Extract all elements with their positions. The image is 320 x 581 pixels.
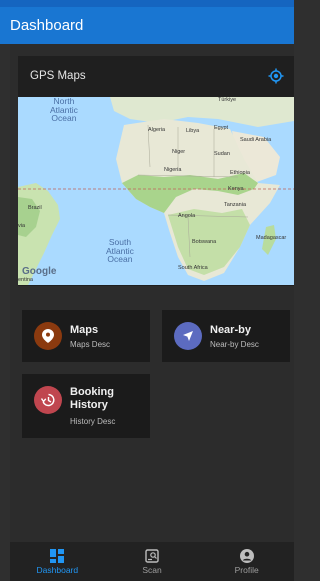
scan-icon xyxy=(145,548,159,563)
dashboard-icon xyxy=(50,548,65,563)
country-label: Madagascar xyxy=(256,235,287,241)
country-label: Nigeria xyxy=(164,167,182,173)
map-card-title: GPS Maps xyxy=(30,70,86,82)
country-label: Tanzania xyxy=(224,202,247,208)
country-label: via xyxy=(18,223,26,229)
history-icon xyxy=(41,393,55,407)
maps-icon-circle xyxy=(34,322,62,350)
nav-item-dashboard[interactable]: Dashboard xyxy=(10,542,105,581)
nav-label-profile: Profile xyxy=(234,564,259,575)
location-pin-icon xyxy=(42,329,54,343)
nav-label-dashboard: Dashboard xyxy=(36,564,79,575)
maps-tile[interactable]: Maps Maps Desc xyxy=(22,310,150,362)
country-label: Kenya xyxy=(228,186,244,192)
country-label: South Africa xyxy=(178,265,208,271)
country-label: Ethiopia xyxy=(230,170,250,176)
maps-desc: Maps Desc xyxy=(70,340,111,349)
history-icon-circle xyxy=(34,386,62,414)
nearby-desc: Near-by Desc xyxy=(210,340,259,349)
status-bar xyxy=(0,0,294,7)
app-bar: Dashboard xyxy=(0,7,294,44)
dashboard-content: GPS Maps North Atlantic Ocean South Atla… xyxy=(10,44,294,542)
ocean-label-line: Ocean xyxy=(51,113,77,123)
booking-history-desc: History Desc xyxy=(70,417,116,426)
nearby-title: Near-by xyxy=(210,324,251,336)
bottom-navigation: Dashboard Scan Profile xyxy=(10,542,294,581)
north-atlantic-label: North Atlantic Ocean xyxy=(50,97,78,123)
country-label: Angola xyxy=(178,213,196,219)
nearby-tile[interactable]: Near-by Near-by Desc xyxy=(162,310,290,362)
booking-history-title: Booking History xyxy=(70,386,114,412)
map-view[interactable]: North Atlantic Ocean South Atlantic Ocea… xyxy=(18,97,294,285)
booking-history-title-line1: Booking xyxy=(70,386,114,398)
gps-map-card: GPS Maps North Atlantic Ocean South Atla… xyxy=(18,56,294,286)
booking-history-title-line2: History xyxy=(70,399,108,411)
country-label: Egypt xyxy=(214,125,229,131)
nearby-icon-circle xyxy=(174,322,202,350)
country-label: Brazil xyxy=(28,205,42,211)
profile-icon xyxy=(239,548,254,563)
country-label: Saudi Arabia xyxy=(240,137,272,143)
nav-label-scan: Scan xyxy=(142,564,162,575)
maps-title: Maps xyxy=(70,324,99,336)
map-card-header: GPS Maps xyxy=(18,56,294,96)
country-label: Sudan xyxy=(214,151,230,157)
booking-history-tile[interactable]: Booking History History Desc xyxy=(22,374,150,438)
nav-item-scan[interactable]: Scan xyxy=(105,542,200,581)
country-label: Algeria xyxy=(148,127,166,133)
country-label: Niger xyxy=(172,149,186,155)
google-logo: Google xyxy=(22,266,57,277)
south-atlantic-label: South Atlantic Ocean xyxy=(106,238,134,264)
world-map-graphic xyxy=(18,97,294,285)
page-title: Dashboard xyxy=(10,17,84,34)
ocean-label-line: Ocean xyxy=(107,254,133,264)
country-label: entina xyxy=(18,277,33,283)
country-label: Botswana xyxy=(192,239,217,245)
country-label: Türkiye xyxy=(218,97,237,103)
crosshair-icon xyxy=(268,68,284,84)
nav-item-profile[interactable]: Profile xyxy=(199,542,294,581)
my-location-button[interactable] xyxy=(268,68,284,84)
country-label: Libya xyxy=(186,128,200,134)
navigation-arrow-icon xyxy=(183,331,193,341)
